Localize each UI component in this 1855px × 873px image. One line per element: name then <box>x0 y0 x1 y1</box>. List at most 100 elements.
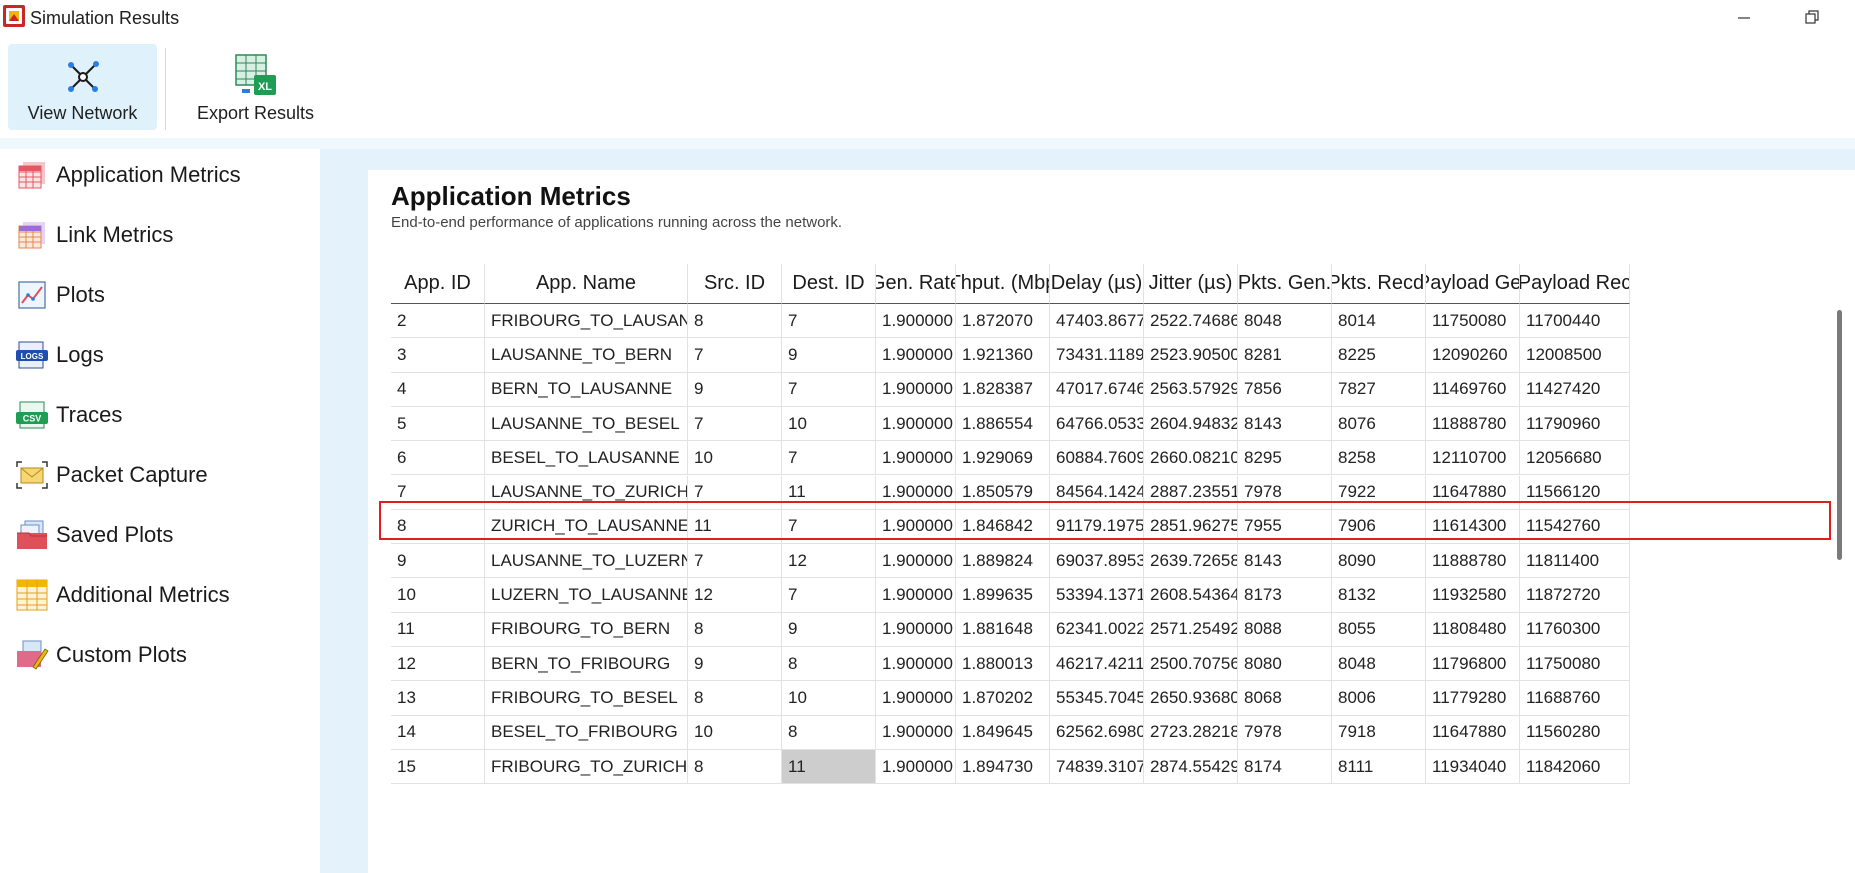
table-cell[interactable]: 7 <box>688 475 782 510</box>
table-cell[interactable]: 1.900000 <box>876 509 956 545</box>
sidebar-item-saved-plots[interactable]: Saved Plots <box>14 513 314 557</box>
table-cell[interactable]: 2523.905009 <box>1144 338 1238 373</box>
view-network-button[interactable]: View Network <box>8 44 157 130</box>
table-cell[interactable]: 11872720 <box>1520 578 1630 613</box>
table-cell[interactable]: 8174 <box>1238 749 1332 785</box>
table-cell[interactable]: 1.889824 <box>956 544 1050 579</box>
table-cell[interactable]: 7 <box>782 304 876 339</box>
table-cell[interactable]: 8076 <box>1332 406 1426 442</box>
table-cell[interactable]: 7 <box>782 441 876 476</box>
table-cell[interactable]: 1.880013 <box>956 647 1050 682</box>
table-cell[interactable]: 8068 <box>1238 681 1332 716</box>
table-cell[interactable]: LUZERN_TO_LAUSANNE <box>485 578 688 613</box>
table-cell[interactable]: 2887.235511 <box>1144 475 1238 510</box>
column-header[interactable]: App. ID <box>391 264 485 304</box>
table-cell[interactable]: 47403.867702 <box>1050 304 1144 339</box>
table-cell[interactable]: BESEL_TO_LAUSANNE <box>485 441 688 476</box>
table-cell[interactable]: 2639.726582 <box>1144 544 1238 579</box>
table-cell[interactable]: 1.850579 <box>956 475 1050 510</box>
table-cell[interactable]: 11888780 <box>1426 406 1520 442</box>
table-cell[interactable]: 1.872070 <box>956 304 1050 339</box>
table-cell[interactable]: LAUSANNE_TO_ZURICH <box>485 475 688 510</box>
table-cell[interactable]: 64766.053382 <box>1050 406 1144 442</box>
table-cell[interactable]: 4 <box>391 372 485 407</box>
table-cell[interactable]: 11790960 <box>1520 406 1630 442</box>
table-cell[interactable]: 11888780 <box>1426 544 1520 579</box>
table-cell[interactable]: 11614300 <box>1426 509 1520 545</box>
table-cell[interactable]: 47017.674686 <box>1050 372 1144 407</box>
table-cell[interactable]: 7 <box>688 406 782 442</box>
table-cell[interactable]: 10 <box>782 406 876 442</box>
table-cell[interactable]: 8048 <box>1332 647 1426 682</box>
table-cell[interactable]: BERN_TO_LAUSANNE <box>485 372 688 407</box>
table-cell[interactable]: 13 <box>391 681 485 716</box>
table-row[interactable]: 3 LAUSANNE_TO_BERN 7 9 1.900000 1.921360 73431… <box>391 338 1841 373</box>
table-cell[interactable]: 1.846842 <box>956 509 1050 545</box>
table-cell[interactable]: 8 <box>688 749 782 785</box>
table-cell[interactable]: 7922 <box>1332 475 1426 510</box>
table-cell[interactable]: 1.886554 <box>956 406 1050 442</box>
table-cell[interactable]: 1.900000 <box>876 578 956 613</box>
table-cell[interactable]: 11 <box>782 749 876 785</box>
column-header[interactable]: Payload Rec <box>1520 264 1630 304</box>
table-cell[interactable]: 11700440 <box>1520 304 1630 339</box>
table-row[interactable]: 10 LUZERN_TO_LAUSANNE 12 7 1.900000 1.899635 5… <box>391 578 1841 613</box>
table-cell[interactable]: 5 <box>391 406 485 442</box>
table-cell[interactable]: 10 <box>688 441 782 476</box>
table-cell[interactable]: 12 <box>782 544 876 579</box>
table-cell[interactable]: 8088 <box>1238 612 1332 647</box>
table-cell[interactable]: 1.900000 <box>876 406 956 442</box>
table-cell[interactable]: 1.894730 <box>956 749 1050 785</box>
table-cell[interactable]: 84564.142414 <box>1050 475 1144 510</box>
table-cell[interactable]: ZURICH_TO_LAUSANNE <box>485 509 688 545</box>
table-cell[interactable]: 1.900000 <box>876 647 956 682</box>
table-cell[interactable]: 12056680 <box>1520 441 1630 476</box>
table-cell[interactable]: 1.881648 <box>956 612 1050 647</box>
table-cell[interactable]: 2723.282181 <box>1144 715 1238 750</box>
restore-button[interactable] <box>1792 4 1832 30</box>
table-row[interactable]: 12 BERN_TO_FRIBOURG 9 8 1.900000 1.880013 4621… <box>391 647 1841 682</box>
table-cell[interactable]: 11647880 <box>1426 715 1520 750</box>
table-cell[interactable]: 11 <box>391 612 485 647</box>
table-cell[interactable]: 7 <box>782 372 876 407</box>
table-row[interactable]: 13 FRIBOURG_TO_BESEL 8 10 1.900000 1.870202 55… <box>391 681 1841 716</box>
table-cell[interactable]: 7 <box>688 338 782 373</box>
column-header[interactable]: Pkts. Recd. <box>1332 264 1426 304</box>
table-cell[interactable]: 91179.197543 <box>1050 509 1144 545</box>
table-cell[interactable]: 9 <box>391 544 485 579</box>
table-cell[interactable]: 11 <box>782 475 876 510</box>
table-cell[interactable]: 11760300 <box>1520 612 1630 647</box>
table-cell[interactable]: 2522.746863 <box>1144 304 1238 339</box>
table-row[interactable]: 15 FRIBOURG_TO_ZURICH 8 11 1.900000 1.894730 7… <box>391 749 1841 785</box>
table-cell[interactable]: FRIBOURG_TO_BERN <box>485 612 688 647</box>
table-cell[interactable]: 11688760 <box>1520 681 1630 716</box>
table-cell[interactable]: 11796800 <box>1426 647 1520 682</box>
table-cell[interactable]: 8173 <box>1238 578 1332 613</box>
table-cell[interactable]: 8111 <box>1332 749 1426 785</box>
table-cell[interactable]: 15 <box>391 749 485 785</box>
sidebar-item-custom-plots[interactable]: Custom Plots <box>14 633 314 677</box>
table-cell[interactable]: 1.849645 <box>956 715 1050 750</box>
table-cell[interactable]: 1.921360 <box>956 338 1050 373</box>
table-cell[interactable]: 8006 <box>1332 681 1426 716</box>
table-cell[interactable]: 11811400 <box>1520 544 1630 579</box>
table-cell[interactable]: 12 <box>688 578 782 613</box>
table-cell[interactable]: LAUSANNE_TO_BERN <box>485 338 688 373</box>
table-cell[interactable]: 9 <box>688 372 782 407</box>
table-cell[interactable]: 8295 <box>1238 441 1332 476</box>
table-cell[interactable]: 7827 <box>1332 372 1426 407</box>
table-cell[interactable]: 1.929069 <box>956 441 1050 476</box>
table-cell[interactable]: 7 <box>688 544 782 579</box>
table-cell[interactable]: 11566120 <box>1520 475 1630 510</box>
table-cell[interactable]: 11 <box>688 509 782 545</box>
table-cell[interactable]: LAUSANNE_TO_LUZERN <box>485 544 688 579</box>
table-cell[interactable]: 8090 <box>1332 544 1426 579</box>
table-cell[interactable]: 8143 <box>1238 406 1332 442</box>
export-results-button[interactable]: XL Export Results <box>178 44 333 130</box>
sidebar-item-logs[interactable]: LOGS Logs <box>14 333 314 377</box>
table-cell[interactable]: 1.899635 <box>956 578 1050 613</box>
minimize-button[interactable] <box>1724 4 1764 30</box>
table-cell[interactable]: 8 <box>782 715 876 750</box>
table-cell[interactable]: 8 <box>688 681 782 716</box>
sidebar-item-link-metrics[interactable]: Link Metrics <box>14 213 314 257</box>
